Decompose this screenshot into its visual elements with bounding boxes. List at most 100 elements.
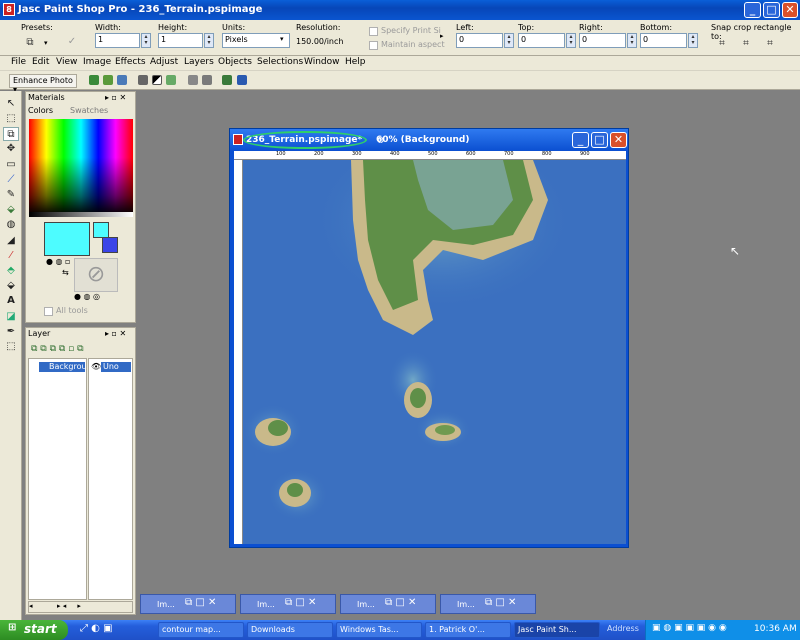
- noise-icon[interactable]: [202, 75, 212, 85]
- snap-selection-icon[interactable]: ⌗: [736, 34, 756, 54]
- image-close-button[interactable]: ✕: [610, 132, 627, 148]
- bg-style-icons[interactable]: ● ◍ ◎: [74, 292, 100, 301]
- width-input[interactable]: 1: [95, 33, 140, 48]
- flood-fill-tool-icon[interactable]: ◪: [3, 310, 19, 324]
- scratch-remover-icon[interactable]: ◍: [3, 218, 19, 232]
- move-tool-icon[interactable]: ✥: [3, 142, 19, 156]
- expand-arrow-icon[interactable]: ▸: [440, 32, 444, 40]
- menu-file[interactable]: File: [11, 57, 26, 67]
- small-fg-swatch[interactable]: [93, 222, 109, 238]
- color-balance-icon[interactable]: [103, 75, 113, 85]
- one-step-fix-icon[interactable]: [89, 75, 99, 85]
- task-paint-shop[interactable]: Jasc Paint Sh...: [514, 622, 600, 638]
- lens-icon[interactable]: [237, 75, 247, 85]
- paint-brush-tool-icon[interactable]: ✎: [3, 188, 19, 202]
- menu-adjust[interactable]: Adjust: [150, 57, 178, 67]
- layer-tools-icons[interactable]: ⧉ ⧉ ⧉ ⧉ ▫ ⧉: [31, 344, 84, 354]
- menu-layers[interactable]: Layers: [184, 57, 214, 67]
- maintain-aspect-checkbox[interactable]: [369, 41, 378, 50]
- red-eye-icon[interactable]: [138, 75, 148, 85]
- image-doc-icon[interactable]: [233, 134, 243, 145]
- menu-selections[interactable]: Selections: [257, 57, 303, 67]
- minimized-window-4[interactable]: Im... ⧉ □ ✕: [440, 594, 536, 614]
- clone-tool-icon[interactable]: ⬙: [3, 203, 19, 217]
- minimized-controls-icon[interactable]: ⧉ □ ✕: [385, 597, 416, 608]
- menu-edit[interactable]: Edit: [32, 57, 49, 67]
- saturation-icon[interactable]: [166, 75, 176, 85]
- minimize-button[interactable]: _: [744, 2, 761, 18]
- minimized-controls-icon[interactable]: ⧉ □ ✕: [185, 597, 216, 608]
- selection-tool-icon[interactable]: ⬚: [3, 112, 19, 126]
- apply-checkmark-icon[interactable]: ✓: [62, 32, 82, 52]
- maximize-button[interactable]: □: [763, 2, 780, 18]
- top-input[interactable]: 0: [518, 33, 565, 48]
- object-selector-icon[interactable]: ⬚: [3, 340, 19, 354]
- minimized-window-1[interactable]: Im... ⧉ □ ✕: [140, 594, 236, 614]
- grayscale-strip[interactable]: [29, 212, 133, 217]
- image-maximize-button[interactable]: □: [591, 132, 608, 148]
- tab-colors[interactable]: Colors: [28, 106, 53, 115]
- crop-preset-icon[interactable]: ⧉: [20, 33, 40, 53]
- crop-tool-icon[interactable]: ⧉: [3, 127, 19, 141]
- bottom-spinner[interactable]: ▴ ▾: [688, 33, 698, 48]
- color-replacer-icon[interactable]: ⬘: [3, 264, 19, 278]
- layer-scrollbar[interactable]: ◂ ▸ ◂ ▸: [28, 601, 133, 613]
- image-window[interactable]: 236_Terrain.pspimage* ◍ 60% (Background)…: [229, 128, 629, 548]
- bottom-input[interactable]: 0: [640, 33, 687, 48]
- app-icon[interactable]: 8: [3, 3, 15, 16]
- close-button[interactable]: ✕: [782, 2, 798, 18]
- layer-palette-controls-icon[interactable]: ▸ ▫ ✕: [105, 329, 126, 338]
- left-spinner[interactable]: ▴ ▾: [504, 33, 514, 48]
- quick-launch-icons[interactable]: ⤢ ◐ ▣: [80, 623, 113, 634]
- width-spinner[interactable]: ▴ ▾: [141, 33, 151, 48]
- task-downloads[interactable]: Downloads: [247, 622, 333, 638]
- top-spinner[interactable]: ▴ ▾: [566, 33, 576, 48]
- height-input[interactable]: 1: [158, 33, 203, 48]
- layer-row-background[interactable]: Backgrou: [39, 362, 87, 372]
- image-window-title-bar[interactable]: 236_Terrain.pspimage* ◍ 60% (Background)…: [230, 129, 628, 151]
- units-dropdown-icon[interactable]: ▾: [280, 35, 284, 43]
- height-spinner[interactable]: ▴ ▾: [204, 33, 214, 48]
- background-swatch[interactable]: [102, 237, 118, 253]
- eyedropper-tool-icon[interactable]: ⟋: [3, 173, 19, 187]
- fg-style-icons[interactable]: ● ◍ ▫: [46, 257, 70, 266]
- all-tools-checkbox[interactable]: [44, 307, 53, 316]
- layer-visibility-row[interactable]: Uno: [101, 362, 131, 372]
- snap-current-layer-icon[interactable]: ⌗: [712, 34, 732, 54]
- brightness-icon[interactable]: [152, 75, 162, 85]
- contrast-icon[interactable]: [117, 75, 127, 85]
- pointer-tool-icon[interactable]: ↖: [3, 97, 19, 111]
- minimized-controls-icon[interactable]: ⧉ □ ✕: [285, 597, 316, 608]
- pen-tool-icon[interactable]: ✒: [3, 325, 19, 339]
- palette-close-icon[interactable]: ▸ ▫ ✕: [105, 93, 126, 102]
- menu-effects[interactable]: Effects: [115, 57, 146, 67]
- image-minimize-button[interactable]: _: [572, 132, 589, 148]
- dodge-tool-icon[interactable]: ◢: [3, 234, 19, 248]
- sharpen-icon[interactable]: [188, 75, 198, 85]
- swap-colors-icon[interactable]: ⇆: [62, 268, 69, 277]
- menu-help[interactable]: Help: [345, 57, 366, 67]
- minimized-controls-icon[interactable]: ⧉ □ ✕: [485, 597, 516, 608]
- snap-canvas-icon[interactable]: ⌗: [760, 34, 780, 54]
- text-tool-icon[interactable]: A: [3, 294, 19, 308]
- presets-dropdown-icon[interactable]: ▾: [44, 39, 48, 47]
- eraser-tool-icon[interactable]: ⬙: [3, 279, 19, 293]
- foreground-swatch[interactable]: [44, 222, 90, 256]
- menu-window[interactable]: Window: [304, 57, 340, 67]
- right-spinner[interactable]: ▴ ▾: [627, 33, 637, 48]
- right-input[interactable]: 0: [579, 33, 626, 48]
- menu-image[interactable]: Image: [83, 57, 111, 67]
- specify-print-checkbox[interactable]: [369, 27, 378, 36]
- enhance-photo-dropdown[interactable]: Enhance Photo ▾: [9, 74, 77, 94]
- start-button[interactable]: ⊞ start: [0, 620, 68, 640]
- menu-objects[interactable]: Objects: [218, 57, 252, 67]
- minimized-window-3[interactable]: Im... ⧉ □ ✕: [340, 594, 436, 614]
- mapping-icon[interactable]: [222, 75, 232, 85]
- smudge-tool-icon[interactable]: ⁄: [3, 249, 19, 263]
- minimized-window-2[interactable]: Im... ⧉ □ ✕: [240, 594, 336, 614]
- terrain-canvas[interactable]: [243, 160, 626, 544]
- tray-icons[interactable]: ▣ ◍ ▣ ▣ ▣ ◉ ◉: [652, 623, 727, 633]
- rectangle-tool-icon[interactable]: ▭: [3, 158, 19, 172]
- tab-swatches[interactable]: Swatches: [70, 106, 108, 115]
- task-patrick[interactable]: 1. Patrick O'...: [425, 622, 511, 638]
